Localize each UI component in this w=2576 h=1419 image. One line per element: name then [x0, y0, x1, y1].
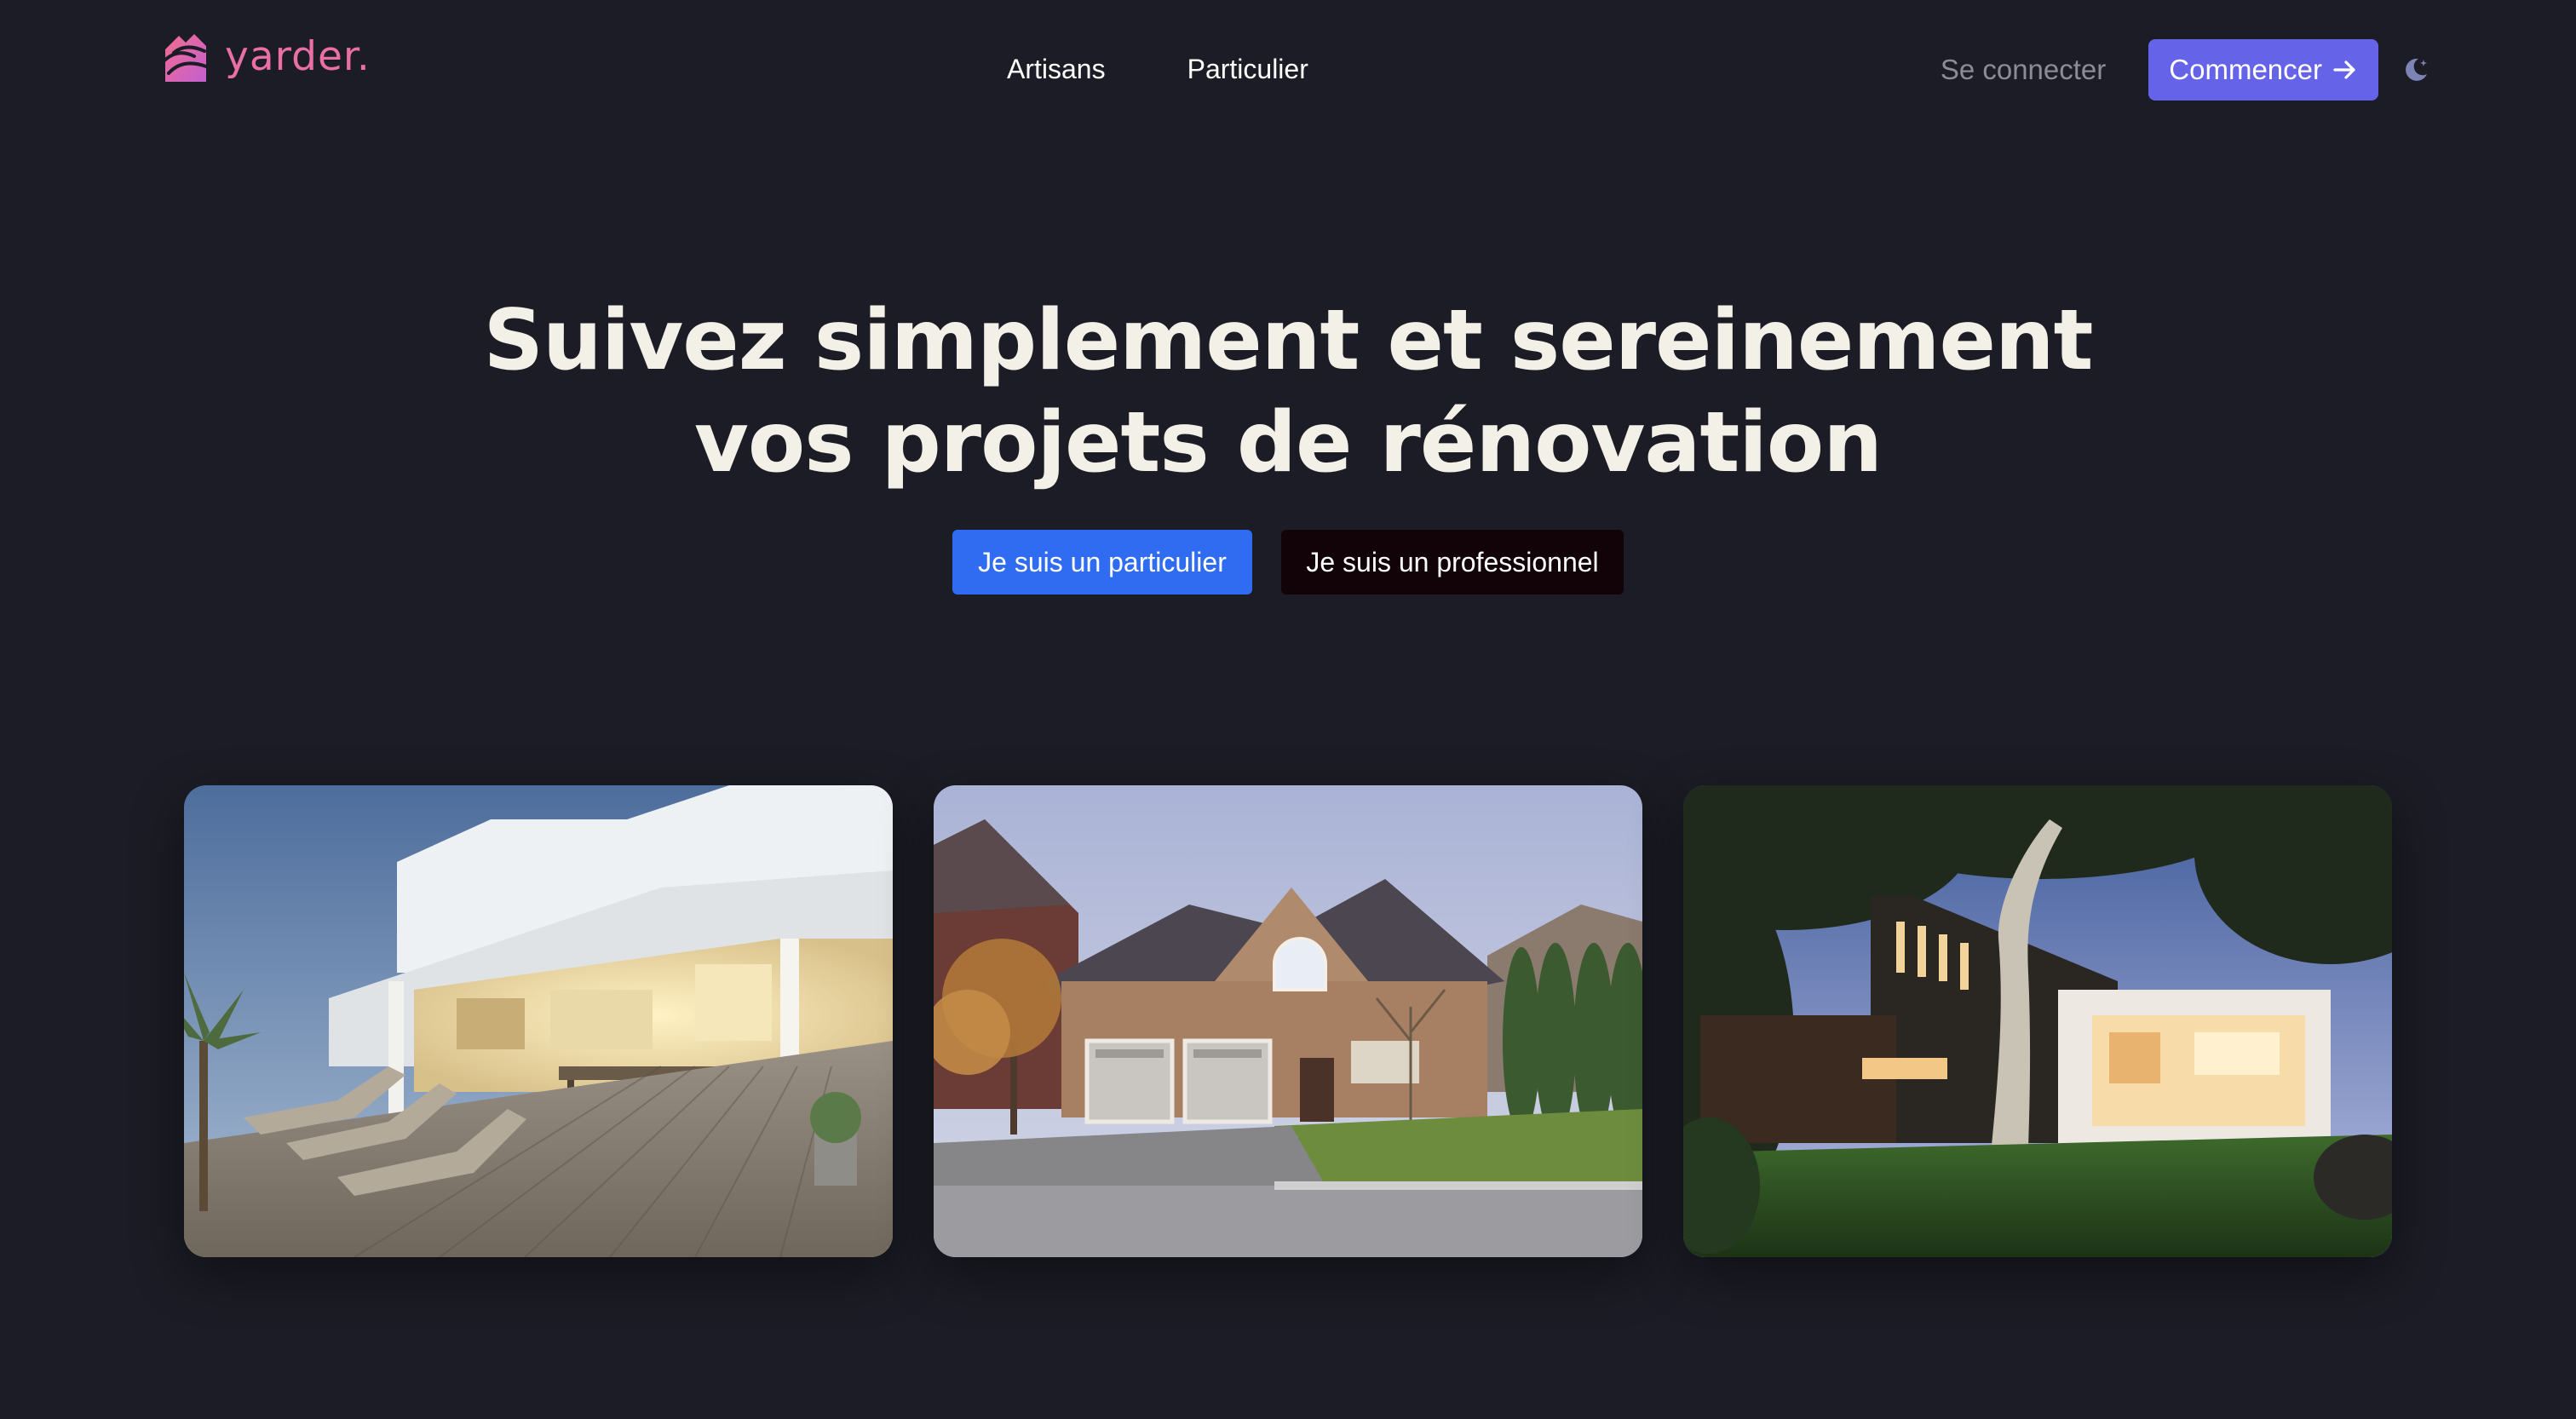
- brand-name: yarder.: [225, 32, 371, 80]
- start-button[interactable]: Commencer: [2148, 39, 2378, 101]
- cta-particulier-button[interactable]: Je suis un particulier: [952, 530, 1252, 595]
- gallery-image-modern-house: [1683, 785, 2392, 1257]
- nav-link-particulier[interactable]: Particulier: [1187, 48, 1308, 90]
- navbar: yarder. Artisans Particulier Se connecte…: [0, 0, 2576, 136]
- nav-actions: Se connecter Commencer: [1941, 39, 2435, 101]
- hero-title: Suivez simplement et sereinement vos pro…: [0, 290, 2576, 494]
- gallery-image-brick-house: [934, 785, 1642, 1257]
- hero-cta-row: Je suis un particulier Je suis un profes…: [0, 530, 2576, 595]
- gallery-image-beach-house: [184, 785, 893, 1257]
- cta-professionnel-button[interactable]: Je suis un professionnel: [1281, 530, 1624, 595]
- start-button-label: Commencer: [2169, 54, 2322, 85]
- main-nav: Artisans Particulier: [1007, 48, 1308, 90]
- arrow-right-icon: [2333, 60, 2355, 79]
- hero-title-line-1: Suivez simplement et sereinement: [483, 292, 2093, 389]
- theme-toggle-button[interactable]: [2397, 51, 2435, 89]
- hero-title-line-2: vos projets de rénovation: [694, 394, 1883, 491]
- brand-home-link[interactable]: yarder.: [160, 32, 371, 85]
- nav-link-artisans[interactable]: Artisans: [1007, 48, 1106, 90]
- login-link[interactable]: Se connecter: [1941, 54, 2106, 86]
- house-gallery: [184, 785, 2392, 1257]
- moon-icon: [2406, 58, 2427, 81]
- house-stripes-logo-icon: [162, 34, 208, 82]
